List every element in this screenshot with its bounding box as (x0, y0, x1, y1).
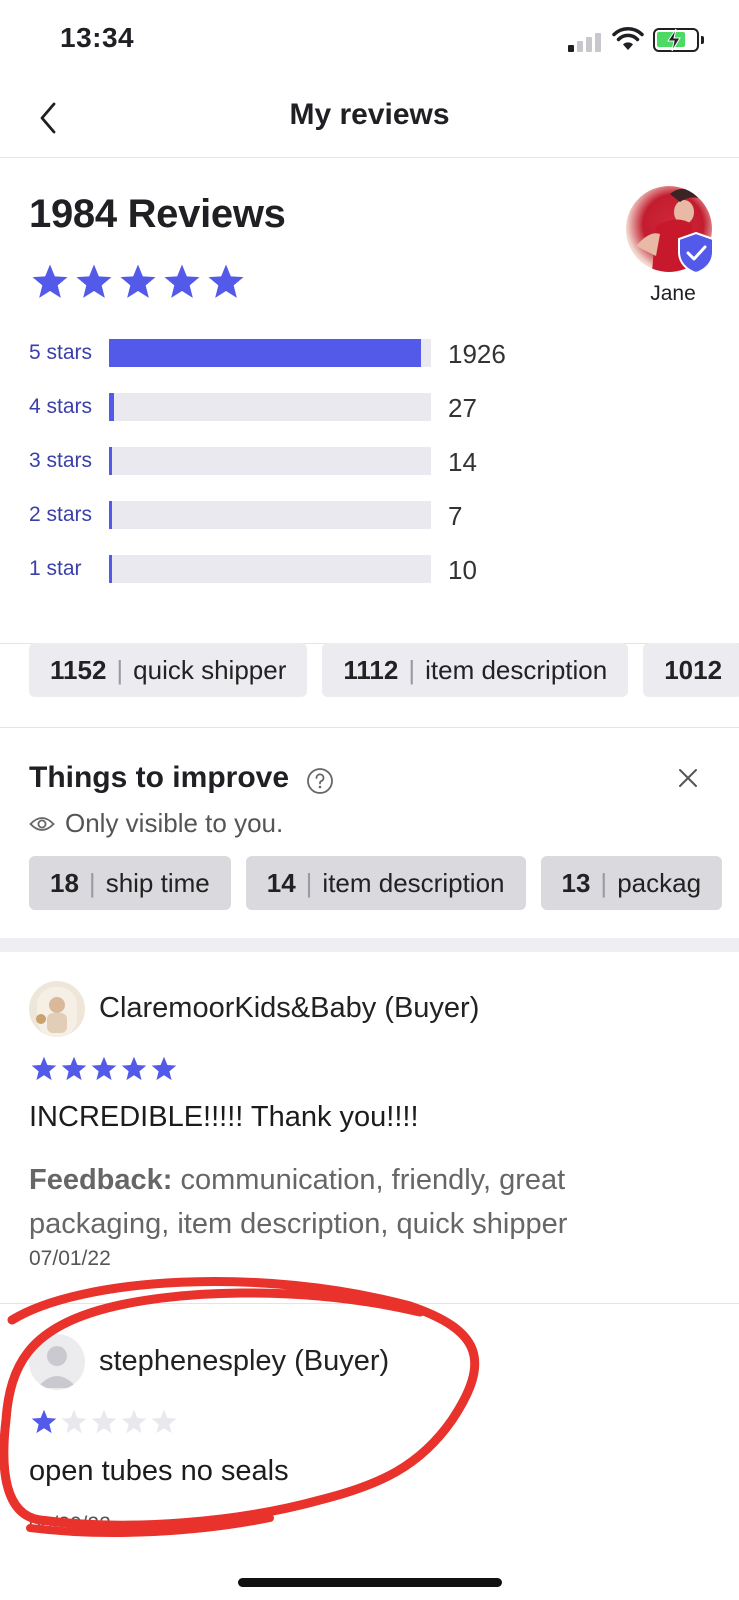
rating-bar-track (109, 393, 431, 421)
page-title: My reviews (289, 98, 450, 131)
rating-row-count: 7 (448, 501, 463, 531)
reviewer-avatar[interactable] (29, 1334, 85, 1390)
tag-separator: | (116, 654, 124, 685)
status-bar: 13:34 (0, 0, 739, 80)
visibility-text: Only visible to you. (65, 808, 284, 838)
tag-label: quick shipper (133, 654, 287, 685)
rating-row-4[interactable]: 4 stars 27 (29, 392, 549, 423)
improve-tag[interactable]: 14 | item description (245, 856, 526, 910)
tag-count: 18 (50, 867, 79, 898)
rating-row-count: 27 (448, 393, 477, 423)
visibility-note: Only visible to you. (29, 808, 283, 839)
tag-count: 1112 (343, 654, 399, 685)
rating-row-3[interactable]: 3 stars 14 (29, 446, 549, 477)
strength-tags: 1152 | quick shipper 1112 | item description… (29, 643, 739, 697)
rating-row-2[interactable]: 2 stars 7 (29, 500, 549, 531)
tag-separator: | (408, 654, 416, 685)
star-filled-icon (121, 1056, 147, 1081)
divider (0, 727, 739, 728)
strength-tag[interactable]: 1012 (643, 643, 739, 697)
rating-row-label[interactable]: 1 star (29, 557, 82, 581)
star-empty-icon (61, 1409, 87, 1434)
overall-rating-stars (30, 262, 246, 302)
rating-row-label[interactable]: 3 stars (29, 449, 92, 473)
star-filled-icon (91, 1056, 117, 1081)
rating-row-1[interactable]: 1 star 10 (29, 554, 549, 585)
close-icon[interactable] (677, 767, 699, 789)
star-filled-icon (76, 264, 112, 298)
star-filled-icon (61, 1056, 87, 1081)
tag-label: item description (425, 654, 608, 685)
verified-badge-icon (678, 232, 714, 274)
tag-separator: | (305, 867, 313, 898)
rating-row-count: 14 (448, 447, 477, 477)
tag-count: 1012 (664, 654, 723, 685)
tag-label: packag (617, 867, 702, 898)
rating-bar-fill (109, 555, 112, 583)
rating-bar-track (109, 339, 431, 367)
star-filled-icon (31, 1056, 57, 1081)
help-icon[interactable] (306, 767, 334, 795)
rating-row-count: 10 (448, 555, 477, 585)
seller-name: Jane (650, 282, 696, 305)
cellular-signal-icon (568, 32, 604, 52)
tag-separator: | (88, 867, 96, 898)
review-feedback: Feedback: communication, friendly, great… (29, 1158, 679, 1246)
improve-tags: 18 | ship time 14 | item description 13 | pack… (29, 856, 723, 910)
rating-row-count: 1926 (448, 339, 506, 369)
tag-count: 14 (266, 867, 296, 898)
star-filled-icon (120, 264, 156, 298)
improve-title: Things to improve (29, 761, 290, 794)
rating-row-label[interactable]: 5 stars (29, 341, 92, 365)
review-stars (30, 1055, 178, 1083)
tag-count: 13 (561, 867, 591, 898)
review-text: open tubes no seals (29, 1455, 289, 1487)
rating-row-label[interactable]: 2 stars (29, 503, 92, 527)
section-divider (0, 938, 739, 952)
star-filled-icon (164, 264, 200, 298)
rating-row-5[interactable]: 5 stars 1926 (29, 338, 549, 369)
reviewer-name[interactable]: stephenespley (Buyer) (99, 1345, 389, 1378)
home-indicator (238, 1578, 502, 1587)
tag-separator: | (600, 867, 608, 898)
review-date: 07/01/22 (29, 1247, 111, 1270)
improve-tag[interactable]: 13 | packag (540, 856, 723, 910)
star-filled-icon (208, 264, 244, 298)
star-empty-icon (91, 1409, 117, 1434)
rating-bar-fill (109, 447, 112, 475)
rating-bar-fill (109, 339, 421, 367)
reviewer-name[interactable]: ClaremoorKids&Baby (Buyer) (99, 992, 479, 1025)
rating-bar-track (109, 501, 431, 529)
star-filled-icon (31, 1409, 57, 1434)
reviews-count: 1984 Reviews (29, 192, 286, 236)
star-filled-icon (151, 1056, 177, 1081)
status-time: 13:34 (60, 22, 135, 53)
rating-bar-fill (109, 501, 112, 529)
tag-label: item description (322, 867, 505, 898)
star-empty-icon (121, 1409, 147, 1434)
strength-tag[interactable]: 1112 | item description (322, 643, 629, 697)
review-date: 06/30/22 (29, 1513, 111, 1536)
review-stars (30, 1408, 178, 1436)
battery-charging-icon (653, 28, 704, 52)
tag-label: ship time (105, 867, 210, 898)
strength-tag[interactable]: 1152 | quick shipper (29, 643, 308, 697)
review-text: INCREDIBLE!!!!! Thank you!!!! (29, 1101, 419, 1133)
tag-count: 1152 (50, 654, 107, 685)
improve-tag[interactable]: 18 | ship time (29, 856, 231, 910)
rating-bar-track (109, 447, 431, 475)
app-header: My reviews (0, 80, 739, 158)
reviewer-avatar[interactable] (29, 981, 85, 1037)
star-filled-icon (32, 264, 68, 298)
star-empty-icon (151, 1409, 177, 1434)
wifi-icon (612, 27, 644, 50)
rating-bar-fill (109, 393, 114, 421)
rating-row-label[interactable]: 4 stars (29, 395, 92, 419)
rating-bar-track (109, 555, 431, 583)
eye-icon (29, 816, 55, 831)
feedback-label: Feedback: (29, 1164, 173, 1196)
divider (0, 1303, 739, 1304)
